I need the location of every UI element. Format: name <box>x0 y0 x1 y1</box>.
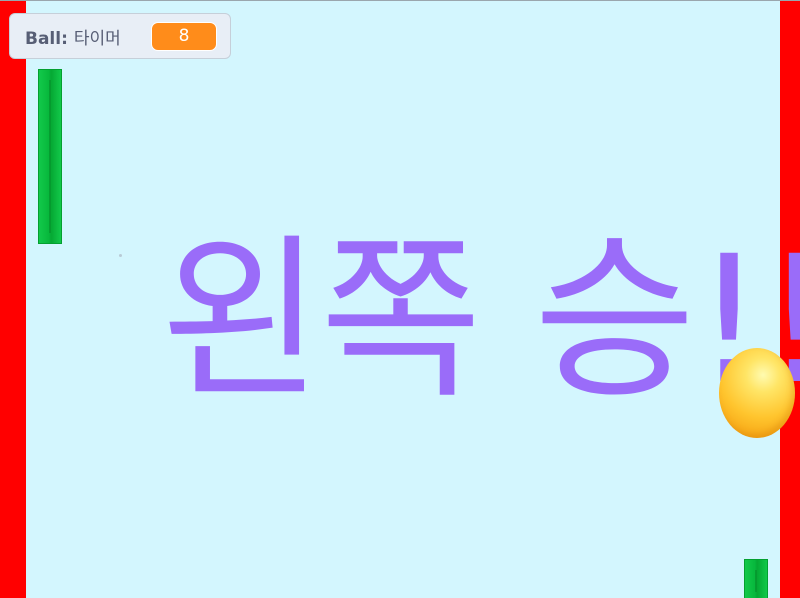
monitor-sprite-name: Ball: <box>25 28 68 49</box>
win-message: 왼쪽 승!! <box>160 218 800 423</box>
monitor-variable-name: 타이머 <box>73 28 121 49</box>
left-paddle <box>38 69 62 244</box>
right-paddle <box>744 559 768 598</box>
ball <box>719 348 795 438</box>
monitor-value: 8 <box>151 22 217 51</box>
left-wall <box>0 1 26 598</box>
stage-speck <box>119 254 122 257</box>
variable-monitor[interactable]: Ball: 타이머 8 <box>9 13 231 59</box>
monitor-label: Ball: 타이머 <box>25 24 121 49</box>
game-stage: 왼쪽 승!! Ball: 타이머 8 <box>0 0 800 598</box>
